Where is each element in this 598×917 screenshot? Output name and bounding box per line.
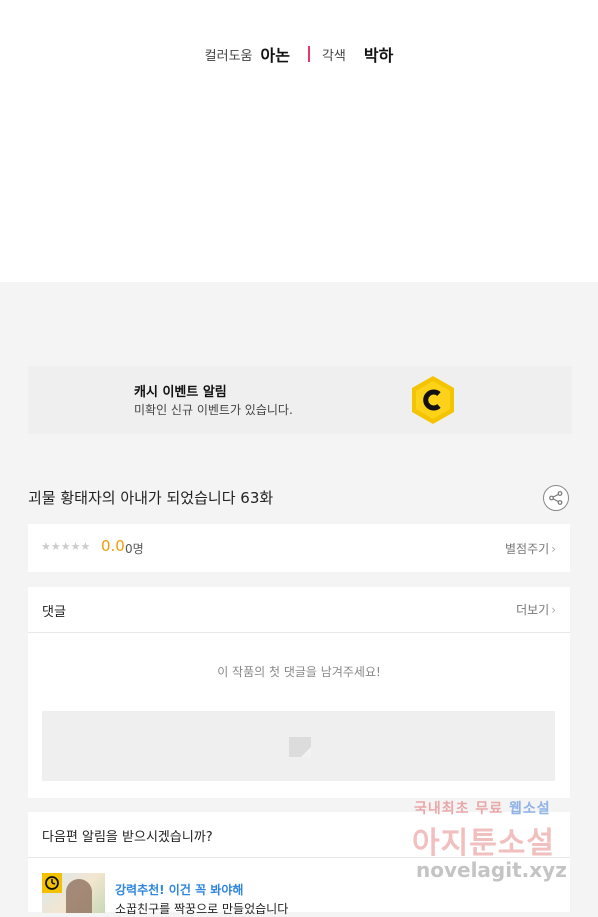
recommended-thumbnail[interactable] — [42, 873, 105, 913]
credit-name-color: 아논 — [260, 46, 290, 65]
clock-icon — [42, 873, 62, 893]
recommended-description[interactable]: 소꿉친구를 짝꿍으로 만들었습니다 — [115, 900, 288, 917]
credits-line: 컬러도움 아논 각색 박하 — [0, 42, 598, 66]
credit-role-adapt: 각색 — [321, 48, 346, 64]
cash-coin-icon — [412, 376, 454, 424]
chevron-right-icon: › — [551, 603, 556, 617]
next-episode-question: 다음편 알림을 받으시겠습니까? — [42, 830, 213, 845]
comment-input-box[interactable] — [42, 711, 555, 781]
episode-title: 괴물 황태자의 아내가 되었습니다 63화 — [28, 489, 274, 507]
watermark-site-name: 아지툰소설 — [412, 826, 555, 861]
divider — [28, 632, 570, 633]
recommended-promo[interactable]: 강력추천! 이건 꼭 봐야해 — [115, 881, 243, 898]
watermark-tagline-b: 웹소설 — [509, 801, 551, 817]
cash-banner-title: 캐시 이벤트 알림 — [134, 385, 227, 400]
thumbnail-art — [66, 879, 92, 913]
watermark-tagline-a: 국내최초 무료 — [414, 801, 510, 817]
credit-separator — [307, 46, 310, 62]
comments-empty-message: 이 작품의 첫 댓글을 남겨주세요! — [217, 665, 381, 679]
cash-event-banner[interactable]: 캐시 이벤트 알림 미확인 신규 이벤트가 있습니다. — [28, 366, 572, 434]
comments-card: 댓글 더보기 › 이 작품의 첫 댓글을 남겨주세요! — [28, 587, 570, 798]
comment-placeholder-icon — [289, 737, 311, 757]
share-button[interactable] — [543, 485, 569, 511]
rate-button[interactable]: 별점주기 › — [505, 540, 556, 557]
viewer-end-area: 컬러도움 아논 각색 박하 — [0, 0, 598, 282]
credit-name-adapt: 박하 — [363, 46, 394, 65]
share-icon — [549, 491, 563, 505]
rating-count: 0명 — [125, 542, 144, 556]
rate-button-label: 별점주기 — [505, 542, 550, 556]
rating-card: ★★★★★ 0.0 0명 별점주기 › — [28, 524, 570, 572]
watermark-url: novelagit.xyz — [416, 858, 567, 882]
site-watermark: 국내최초 무료 웹소설 아지툰소설 novelagit.xyz — [410, 798, 580, 890]
comments-header: 댓글 — [42, 605, 66, 620]
chevron-right-icon: › — [551, 542, 556, 556]
watermark-tagline: 국내최초 무료 웹소설 — [414, 798, 551, 818]
comments-more-link[interactable]: 더보기 › — [516, 601, 556, 618]
credit-role-color: 컬러도움 — [204, 48, 253, 64]
rating-stars: ★★★★★ — [41, 540, 91, 553]
comments-more-label: 더보기 — [516, 603, 550, 617]
rating-score: 0.0 — [101, 537, 125, 555]
cash-banner-subtitle: 미확인 신규 이벤트가 있습니다. — [134, 403, 293, 417]
